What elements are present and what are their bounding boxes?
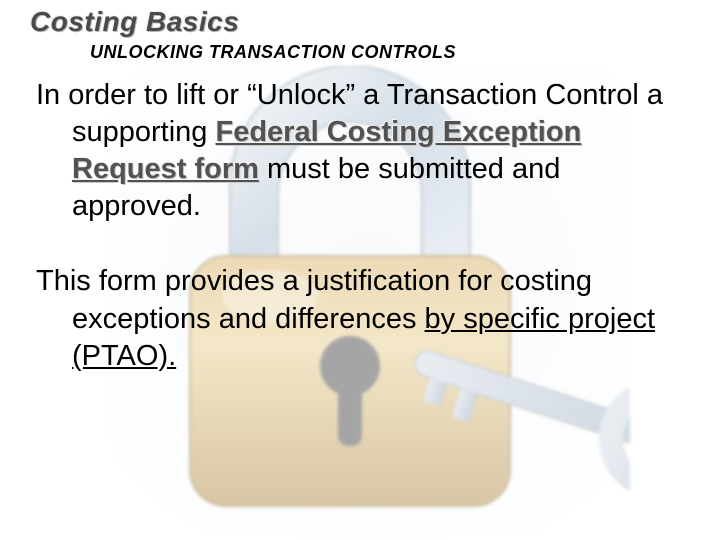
paragraph-1: In order to lift or “Unlock” a Transacti… (36, 77, 684, 225)
paragraph-2: This form provides a justification for c… (36, 263, 684, 374)
slide: Costing Basics UNLOCKING TRANSACTION CON… (0, 6, 720, 540)
slide-subtitle: UNLOCKING TRANSACTION CONTROLS (90, 42, 690, 63)
content-area: Costing Basics UNLOCKING TRANSACTION CON… (0, 6, 720, 375)
slide-title: Costing Basics (30, 6, 690, 38)
